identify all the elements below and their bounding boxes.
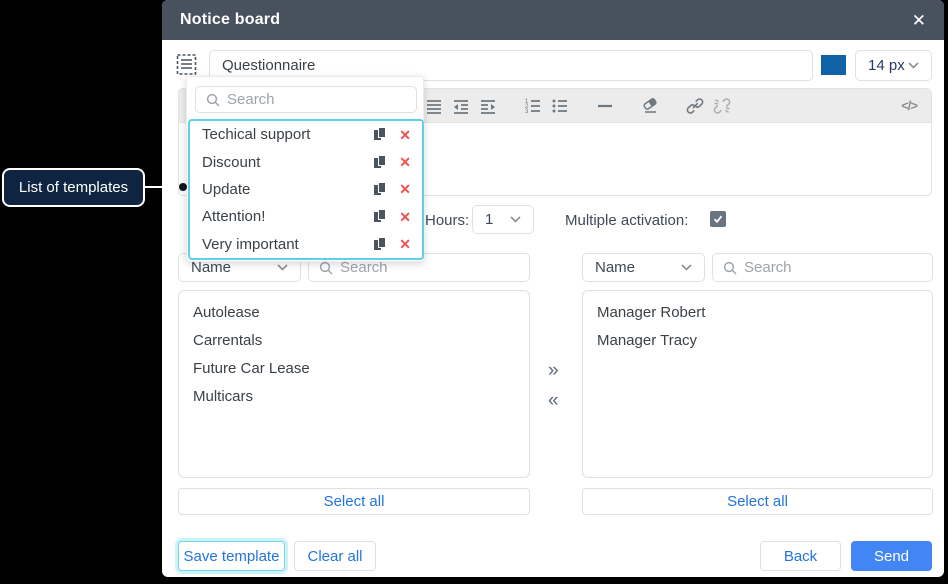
right-search-input[interactable] xyxy=(744,259,922,276)
managers-list: Manager Robert Manager Tracy xyxy=(582,290,933,478)
search-icon xyxy=(319,261,333,275)
template-name: Discount xyxy=(202,154,374,171)
hours-value: 1 xyxy=(485,211,493,228)
right-filter-select[interactable]: Name xyxy=(582,253,705,282)
checkmark-icon xyxy=(713,214,723,224)
font-size-value: 14 px xyxy=(868,57,905,74)
back-button[interactable]: Back xyxy=(760,541,841,571)
font-size-select[interactable]: 14 px xyxy=(855,50,932,81)
chevron-down-icon xyxy=(277,264,288,271)
search-icon xyxy=(723,261,737,275)
copy-icon[interactable] xyxy=(374,183,386,196)
right-search[interactable] xyxy=(712,253,933,282)
callout-list-of-templates: List of templates xyxy=(2,168,145,207)
template-name: Update xyxy=(202,181,374,198)
horizontal-rule-icon[interactable] xyxy=(596,97,614,115)
callout-connector-line xyxy=(145,186,180,188)
save-template-button[interactable]: Save template xyxy=(178,541,285,571)
template-row[interactable]: Attention! ✕ xyxy=(190,203,422,230)
send-button[interactable]: Send xyxy=(851,541,932,571)
template-name: Techical support xyxy=(202,126,374,143)
chevron-down-icon xyxy=(681,264,692,271)
align-justify-icon[interactable] xyxy=(425,97,443,115)
indent-icon[interactable] xyxy=(479,97,497,115)
code-view-icon[interactable]: </> xyxy=(901,98,917,113)
copy-icon[interactable] xyxy=(374,156,386,169)
templates-search-input[interactable] xyxy=(227,91,406,108)
companies-list: Autolease Carrentals Future Car Lease Mu… xyxy=(178,290,530,478)
template-row[interactable]: Discount ✕ xyxy=(190,148,422,175)
right-filter-value: Name xyxy=(595,259,635,276)
multiple-activation-label: Multiple activation: xyxy=(565,212,688,229)
search-icon xyxy=(206,93,220,107)
clear-all-button[interactable]: Clear all xyxy=(294,541,376,571)
list-item[interactable]: Carrentals xyxy=(179,327,529,355)
list-item[interactable]: Autolease xyxy=(179,299,529,327)
list-item[interactable]: Manager Robert xyxy=(583,299,932,327)
eraser-icon[interactable] xyxy=(641,97,659,115)
delete-icon[interactable]: ✕ xyxy=(399,182,411,196)
callout-connector-dot xyxy=(179,183,187,191)
move-right-icon[interactable]: » xyxy=(548,361,559,380)
left-select-all-button[interactable]: Select all xyxy=(178,488,530,515)
multiple-activation-checkbox[interactable] xyxy=(710,211,726,227)
unlink-icon[interactable] xyxy=(713,97,731,115)
notice-board-dialog: Notice board ✕ 14 px xyxy=(162,0,944,577)
right-select-all-button[interactable]: Select all xyxy=(582,488,933,515)
bullet-list-icon[interactable] xyxy=(551,97,569,115)
template-row[interactable]: Techical support ✕ xyxy=(190,121,422,148)
delete-icon[interactable]: ✕ xyxy=(399,155,411,169)
list-item[interactable]: Manager Tracy xyxy=(583,327,932,355)
svg-text:3: 3 xyxy=(525,109,529,115)
ordered-list-icon[interactable]: 123 xyxy=(524,97,542,115)
dialog-title: Notice board xyxy=(180,11,280,29)
list-item[interactable]: Multicars xyxy=(179,383,529,411)
dialog-header: Notice board ✕ xyxy=(162,0,944,40)
template-name: Very important xyxy=(202,236,374,253)
link-icon[interactable] xyxy=(686,97,704,115)
chevron-down-icon xyxy=(510,216,521,223)
text-color-swatch[interactable] xyxy=(821,55,846,75)
outdent-icon[interactable] xyxy=(452,97,470,115)
delete-icon[interactable]: ✕ xyxy=(399,237,411,251)
chevron-down-icon xyxy=(908,62,919,69)
hours-label: Hours: xyxy=(425,212,469,229)
templates-dropdown: Techical support ✕ Discount ✕ Update ✕ A… xyxy=(186,76,424,262)
hours-select[interactable]: 1 xyxy=(472,205,534,234)
templates-search[interactable] xyxy=(195,86,417,113)
template-name: Attention! xyxy=(202,208,374,225)
template-row[interactable]: Update ✕ xyxy=(190,176,422,203)
template-row[interactable]: Very important ✕ xyxy=(190,231,422,258)
move-left-icon[interactable]: « xyxy=(548,391,559,410)
close-icon[interactable]: ✕ xyxy=(912,12,926,29)
copy-icon[interactable] xyxy=(374,238,386,251)
copy-icon[interactable] xyxy=(374,210,386,223)
list-item[interactable]: Future Car Lease xyxy=(179,355,529,383)
templates-list: Techical support ✕ Discount ✕ Update ✕ A… xyxy=(188,119,424,260)
delete-icon[interactable]: ✕ xyxy=(399,128,411,142)
callout-label: List of templates xyxy=(19,179,128,196)
copy-icon[interactable] xyxy=(374,128,386,141)
delete-icon[interactable]: ✕ xyxy=(399,210,411,224)
